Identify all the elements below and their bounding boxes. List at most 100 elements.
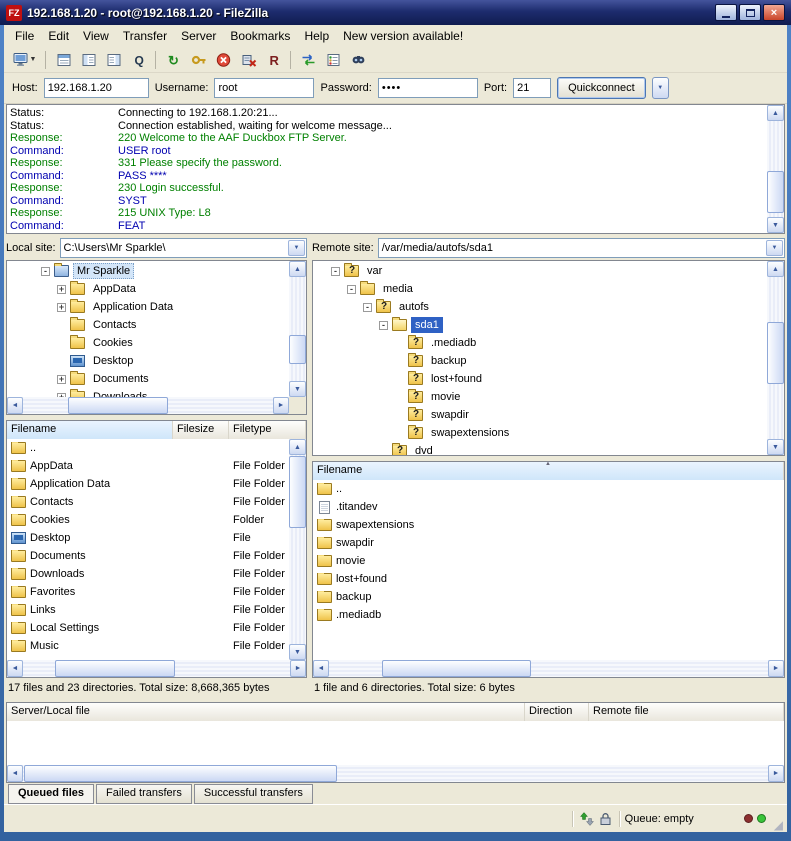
tree-item-cookies[interactable]: Cookies bbox=[7, 334, 289, 352]
tree-item-contacts[interactable]: Contacts bbox=[7, 316, 289, 334]
chevron-down-icon[interactable]: ▼ bbox=[766, 240, 783, 256]
file-row-movie[interactable]: movie bbox=[313, 552, 784, 570]
cancel-button[interactable] bbox=[211, 49, 235, 71]
tree-item-desktop[interactable]: Desktop bbox=[7, 352, 289, 370]
password-input[interactable] bbox=[378, 78, 478, 98]
process-queue-button[interactable] bbox=[186, 49, 210, 71]
menu-item-help[interactable]: Help bbox=[297, 27, 336, 45]
tree-item-documents[interactable]: +Documents bbox=[7, 370, 289, 388]
maximize-button[interactable] bbox=[739, 4, 761, 21]
scroll-left-button[interactable]: ◄ bbox=[7, 765, 23, 782]
menu-item-new-version-available[interactable]: New version available! bbox=[336, 27, 470, 45]
tree-item-mediadb[interactable]: .mediadb bbox=[313, 334, 767, 352]
toggle-local-tree-button[interactable] bbox=[76, 49, 100, 71]
find-files-button[interactable] bbox=[346, 49, 370, 71]
scroll-right-button[interactable]: ► bbox=[273, 397, 289, 414]
tab-successful-transfers[interactable]: Successful transfers bbox=[194, 784, 313, 804]
menu-item-view[interactable]: View bbox=[76, 27, 116, 45]
remote-site-combobox[interactable]: /var/media/autofs/sda1 ▼ bbox=[378, 238, 785, 258]
scroll-right-button[interactable]: ► bbox=[290, 660, 306, 677]
scroll-thumb[interactable] bbox=[24, 765, 337, 782]
file-row-backup[interactable]: backup bbox=[313, 588, 784, 606]
tree-item-backup[interactable]: backup bbox=[313, 352, 767, 370]
speed-limits-icon[interactable] bbox=[578, 811, 596, 827]
local-site-combobox[interactable]: C:\Users\Mr Sparkle\ ▼ bbox=[60, 238, 307, 258]
tree-item-application-data[interactable]: +Application Data bbox=[7, 298, 289, 316]
menu-item-edit[interactable]: Edit bbox=[41, 27, 76, 45]
column-header-filename[interactable]: Filename bbox=[7, 421, 173, 439]
scroll-right-button[interactable]: ► bbox=[768, 765, 784, 782]
file-row-local-settings[interactable]: Local SettingsFile Folder bbox=[7, 619, 289, 637]
tree-item-dvd[interactable]: dvd bbox=[313, 442, 767, 455]
column-header-remote-file[interactable]: Remote file bbox=[589, 703, 784, 721]
file-row-item[interactable]: .. bbox=[313, 480, 784, 498]
close-button[interactable]: × bbox=[763, 4, 785, 21]
expand-icon[interactable]: + bbox=[57, 285, 66, 294]
collapse-icon[interactable]: - bbox=[379, 321, 388, 330]
file-row-item[interactable]: .. bbox=[7, 439, 289, 457]
menu-item-file[interactable]: File bbox=[8, 27, 41, 45]
scroll-thumb[interactable] bbox=[767, 322, 784, 384]
scroll-left-button[interactable]: ◄ bbox=[313, 660, 329, 677]
tree-item-appdata[interactable]: +AppData bbox=[7, 280, 289, 298]
tree-item-lost-found[interactable]: lost+found bbox=[313, 370, 767, 388]
scroll-down-button[interactable]: ▼ bbox=[289, 644, 306, 660]
file-row-music[interactable]: MusicFile Folder bbox=[7, 637, 289, 655]
file-row-documents[interactable]: DocumentsFile Folder bbox=[7, 547, 289, 565]
column-header-direction[interactable]: Direction bbox=[525, 703, 589, 721]
tree-item-autofs[interactable]: -autofs bbox=[313, 298, 767, 316]
tab-queued-files[interactable]: Queued files bbox=[8, 784, 94, 804]
tree-item-swapextensions[interactable]: swapextensions bbox=[313, 424, 767, 442]
resize-grip[interactable]: ◢ bbox=[774, 820, 783, 830]
scroll-right-button[interactable]: ► bbox=[768, 660, 784, 677]
scroll-left-button[interactable]: ◄ bbox=[7, 397, 23, 414]
file-row-cookies[interactable]: CookiesFolder bbox=[7, 511, 289, 529]
file-row-mediadb[interactable]: .mediadb bbox=[313, 606, 784, 624]
scroll-thumb[interactable] bbox=[767, 171, 784, 213]
collapse-icon[interactable]: - bbox=[331, 267, 340, 276]
file-row-application-data[interactable]: Application DataFile Folder bbox=[7, 475, 289, 493]
scroll-up-button[interactable]: ▲ bbox=[767, 105, 784, 121]
file-row-downloads[interactable]: DownloadsFile Folder bbox=[7, 565, 289, 583]
file-row-swapextensions[interactable]: swapextensions bbox=[313, 516, 784, 534]
scroll-down-button[interactable]: ▼ bbox=[767, 439, 784, 455]
quickconnect-dropdown-button[interactable]: ▼ bbox=[652, 77, 669, 99]
collapse-icon[interactable]: - bbox=[363, 303, 372, 312]
toggle-message-log-button[interactable] bbox=[51, 49, 75, 71]
scroll-thumb[interactable] bbox=[289, 456, 306, 528]
tree-item-var[interactable]: -var bbox=[313, 262, 767, 280]
collapse-icon[interactable]: - bbox=[41, 267, 50, 276]
file-row-appdata[interactable]: AppDataFile Folder bbox=[7, 457, 289, 475]
scroll-thumb[interactable] bbox=[55, 660, 175, 677]
tree-item-movie[interactable]: movie bbox=[313, 388, 767, 406]
directory-comparison-button[interactable] bbox=[321, 49, 345, 71]
synchronized-browsing-button[interactable] bbox=[296, 49, 320, 71]
scroll-up-button[interactable]: ▲ bbox=[289, 439, 306, 455]
file-row-favorites[interactable]: FavoritesFile Folder bbox=[7, 583, 289, 601]
scroll-thumb[interactable] bbox=[68, 397, 168, 414]
column-header-server-local-file[interactable]: Server/Local file bbox=[7, 703, 525, 721]
tab-failed-transfers[interactable]: Failed transfers bbox=[96, 784, 192, 804]
scroll-up-button[interactable]: ▲ bbox=[767, 261, 784, 277]
minimize-button[interactable] bbox=[715, 4, 737, 21]
menu-item-transfer[interactable]: Transfer bbox=[116, 27, 174, 45]
file-row-titandev[interactable]: .titandev bbox=[313, 498, 784, 516]
refresh-button[interactable]: ↻ bbox=[161, 49, 185, 71]
chevron-down-icon[interactable]: ▼ bbox=[288, 240, 305, 256]
disconnect-button[interactable] bbox=[236, 49, 260, 71]
menu-item-bookmarks[interactable]: Bookmarks bbox=[223, 27, 297, 45]
tree-item-mr-sparkle[interactable]: -Mr Sparkle bbox=[7, 262, 289, 280]
file-row-contacts[interactable]: ContactsFile Folder bbox=[7, 493, 289, 511]
port-input[interactable] bbox=[513, 78, 551, 98]
collapse-icon[interactable]: - bbox=[347, 285, 356, 294]
column-header-filename[interactable]: ▲ Filename bbox=[313, 462, 784, 480]
expand-icon[interactable]: + bbox=[57, 375, 66, 384]
dropdown-caret-icon[interactable]: ▼ bbox=[30, 56, 37, 63]
filelist-filter-button[interactable]: Q bbox=[126, 49, 150, 71]
toggle-remote-tree-button[interactable] bbox=[101, 49, 125, 71]
column-header-filetype[interactable]: Filetype bbox=[229, 421, 306, 439]
scroll-down-button[interactable]: ▼ bbox=[289, 381, 306, 397]
tree-item-downloads[interactable]: +Downloads bbox=[7, 388, 289, 397]
reconnect-button[interactable]: R bbox=[261, 49, 285, 71]
menu-item-server[interactable]: Server bbox=[174, 27, 223, 45]
